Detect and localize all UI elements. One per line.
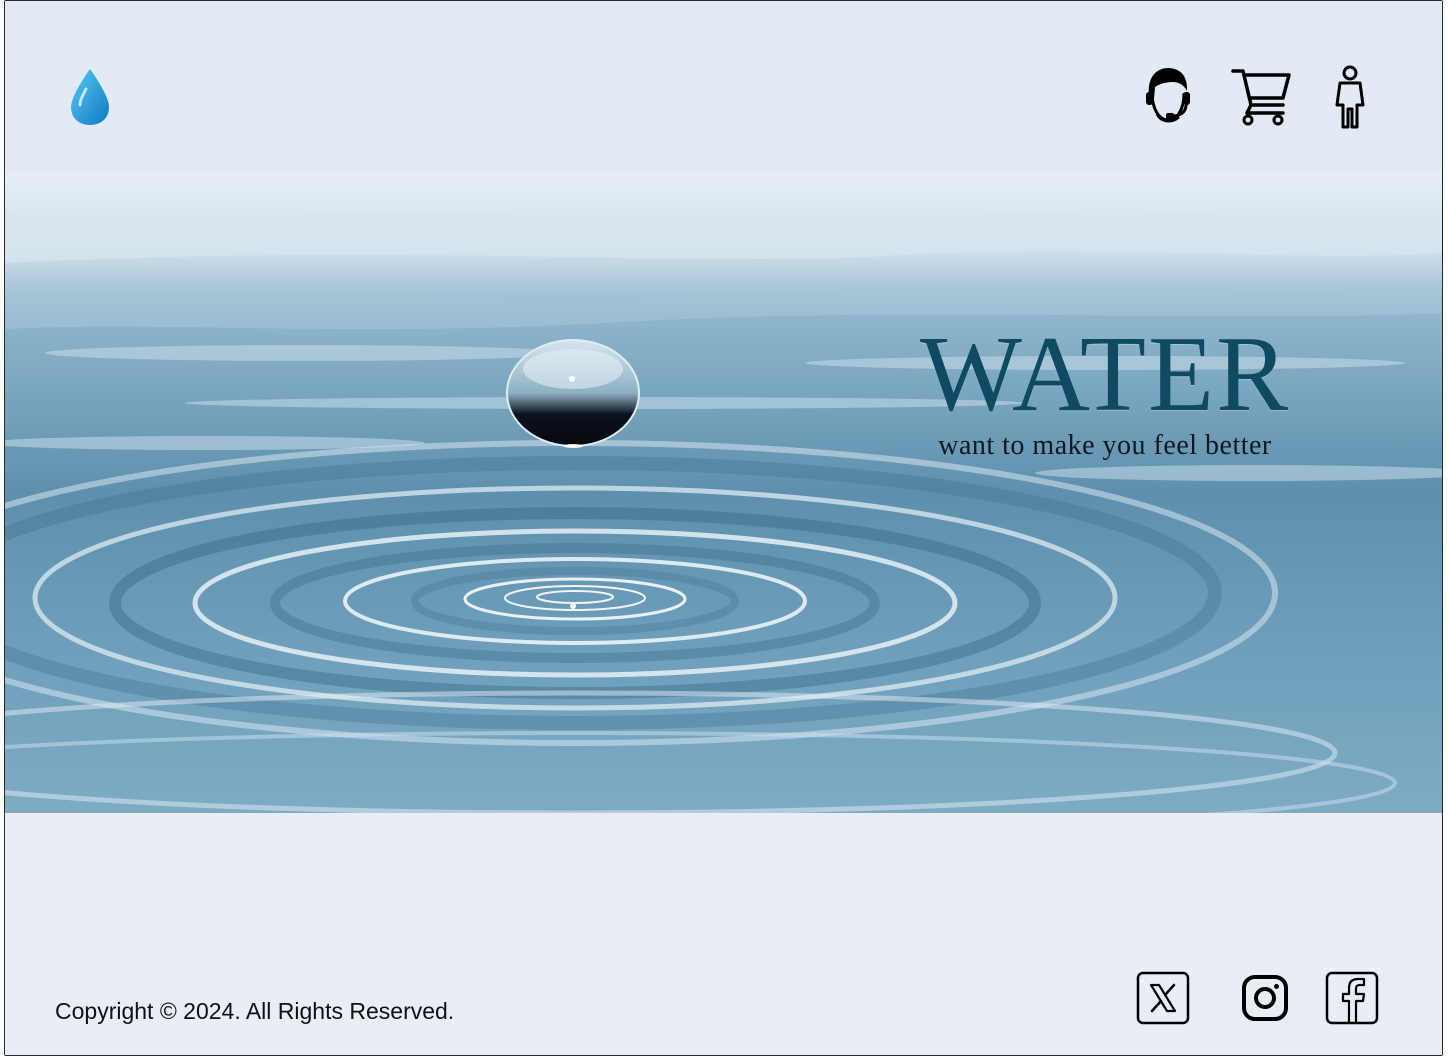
facebook-icon[interactable]: [1325, 971, 1379, 1025]
site-header: [5, 1, 1442, 173]
hero-banner: WATER want to make you feel better: [5, 173, 1442, 813]
water-drop-ripple-image: [5, 173, 1442, 813]
x-twitter-icon[interactable]: [1136, 971, 1190, 1025]
user-icon[interactable]: [1335, 65, 1365, 129]
page-frame: WATER want to make you feel better Copyr…: [4, 0, 1443, 1056]
copyright-text: Copyright © 2024. All Rights Reserved.: [55, 998, 455, 1024]
water-drop-icon[interactable]: [67, 67, 113, 127]
shopping-cart-icon[interactable]: [1231, 65, 1291, 127]
hero-subtitle: want to make you feel better: [938, 430, 1272, 461]
instagram-icon[interactable]: [1238, 971, 1292, 1025]
site-footer: Copyright © 2024. All Rights Reserved.: [5, 813, 1442, 1055]
support-agent-icon[interactable]: [1139, 65, 1193, 127]
hero-title: WATER: [920, 315, 1290, 434]
